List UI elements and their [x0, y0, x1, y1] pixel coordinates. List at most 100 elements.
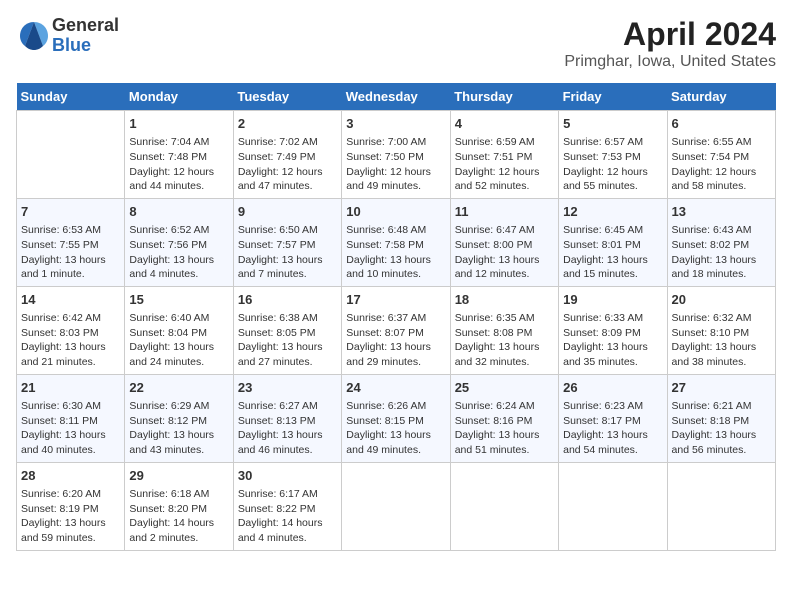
day-number: 5 — [563, 115, 662, 133]
day-info: Sunrise: 6:52 AMSunset: 7:56 PMDaylight:… — [129, 223, 228, 282]
day-info: Sunrise: 6:21 AMSunset: 8:18 PMDaylight:… — [672, 399, 771, 458]
calendar-cell: 14Sunrise: 6:42 AMSunset: 8:03 PMDayligh… — [17, 286, 125, 374]
day-number: 11 — [455, 203, 554, 221]
day-number: 4 — [455, 115, 554, 133]
day-number: 16 — [238, 291, 337, 309]
calendar-cell: 25 Sunrise: 6:24 AMSunset: 8:16 PMDayligh… — [450, 374, 558, 462]
calendar-header-tuesday: Tuesday — [233, 83, 341, 111]
calendar-header-saturday: Saturday — [667, 83, 775, 111]
day-number: 15 — [129, 291, 228, 309]
day-info: Sunrise: 7:02 AMSunset: 7:49 PMDaylight:… — [238, 135, 337, 194]
day-info: Sunrise: 6:35 AMSunset: 8:08 PMDaylight:… — [455, 311, 554, 370]
calendar-header-sunday: Sunday — [17, 83, 125, 111]
day-info: Sunrise: 6:55 AMSunset: 7:54 PMDaylight:… — [672, 135, 771, 194]
logo-icon — [16, 18, 52, 54]
day-number: 27 — [672, 379, 771, 397]
day-number: 7 — [21, 203, 120, 221]
day-number: 20 — [672, 291, 771, 309]
page-title: April 2024 — [564, 16, 776, 53]
calendar-cell — [17, 111, 125, 199]
calendar-table: SundayMondayTuesdayWednesdayThursdayFrid… — [16, 83, 776, 551]
page-subtitle: Primghar, Iowa, United States — [564, 53, 776, 71]
day-info: Sunrise: 6:27 AMSunset: 8:13 PMDaylight:… — [238, 399, 337, 458]
calendar-cell: 21Sunrise: 6:30 AMSunset: 8:11 PMDayligh… — [17, 374, 125, 462]
calendar-header-thursday: Thursday — [450, 83, 558, 111]
calendar-cell: 13Sunrise: 6:43 AMSunset: 8:02 PMDayligh… — [667, 198, 775, 286]
day-info: Sunrise: 6:43 AMSunset: 8:02 PMDaylight:… — [672, 223, 771, 282]
day-info: Sunrise: 7:00 AMSunset: 7:50 PMDaylight:… — [346, 135, 445, 194]
day-info: Sunrise: 6:20 AMSunset: 8:19 PMDaylight:… — [21, 487, 120, 546]
day-info: Sunrise: 6:29 AMSunset: 8:12 PMDaylight:… — [129, 399, 228, 458]
calendar-cell: 20 Sunrise: 6:32 AMSunset: 8:10 PMDayligh… — [667, 286, 775, 374]
day-info: Sunrise: 6:32 AMSunset: 8:10 PMDaylight:… — [672, 311, 771, 370]
calendar-cell: 4Sunrise: 6:59 AMSunset: 7:51 PMDaylight… — [450, 111, 558, 199]
day-number: 25 — [455, 379, 554, 397]
day-info: Sunrise: 6:40 AMSunset: 8:04 PMDaylight:… — [129, 311, 228, 370]
page-header: General Blue April 2024 Primghar, Iowa, … — [16, 16, 776, 71]
day-info: Sunrise: 7:04 AMSunset: 7:48 PMDaylight:… — [129, 135, 228, 194]
calendar-cell: 8Sunrise: 6:52 AMSunset: 7:56 PMDaylight… — [125, 198, 233, 286]
day-number: 30 — [238, 467, 337, 485]
day-info: Sunrise: 6:50 AMSunset: 7:57 PMDaylight:… — [238, 223, 337, 282]
calendar-cell: 10 Sunrise: 6:48 AMSunset: 7:58 PMDayligh… — [342, 198, 450, 286]
day-info: Sunrise: 6:38 AMSunset: 8:05 PMDaylight:… — [238, 311, 337, 370]
calendar-cell: 29Sunrise: 6:18 AMSunset: 8:20 PMDayligh… — [125, 462, 233, 550]
calendar-cell: 27 Sunrise: 6:21 AMSunset: 8:18 PMDayligh… — [667, 374, 775, 462]
day-info: Sunrise: 6:53 AMSunset: 7:55 PMDaylight:… — [21, 223, 120, 282]
day-number: 19 — [563, 291, 662, 309]
day-number: 26 — [563, 379, 662, 397]
day-number: 23 — [238, 379, 337, 397]
title-block: April 2024 Primghar, Iowa, United States — [564, 16, 776, 71]
day-info: Sunrise: 6:48 AMSunset: 7:58 PMDaylight:… — [346, 223, 445, 282]
day-number: 29 — [129, 467, 228, 485]
day-number: 17 — [346, 291, 445, 309]
calendar-week-row: 21Sunrise: 6:30 AMSunset: 8:11 PMDayligh… — [17, 374, 776, 462]
day-number: 21 — [21, 379, 120, 397]
logo-text: General Blue — [52, 16, 119, 56]
calendar-week-row: 7 Sunrise: 6:53 AMSunset: 7:55 PMDaylight… — [17, 198, 776, 286]
calendar-cell — [667, 462, 775, 550]
day-number: 28 — [21, 467, 120, 485]
day-number: 22 — [129, 379, 228, 397]
day-number: 12 — [563, 203, 662, 221]
day-info: Sunrise: 6:47 AMSunset: 8:00 PMDaylight:… — [455, 223, 554, 282]
calendar-header-friday: Friday — [559, 83, 667, 111]
day-info: Sunrise: 6:24 AMSunset: 8:16 PMDaylight:… — [455, 399, 554, 458]
calendar-cell: 5 Sunrise: 6:57 AMSunset: 7:53 PMDaylight… — [559, 111, 667, 199]
calendar-cell: 2 Sunrise: 7:02 AMSunset: 7:49 PMDaylight… — [233, 111, 341, 199]
day-number: 1 — [129, 115, 228, 133]
calendar-cell: 28 Sunrise: 6:20 AMSunset: 8:19 PMDayligh… — [17, 462, 125, 550]
calendar-cell: 9 Sunrise: 6:50 AMSunset: 7:57 PMDaylight… — [233, 198, 341, 286]
calendar-cell: 19 Sunrise: 6:33 AMSunset: 8:09 PMDayligh… — [559, 286, 667, 374]
calendar-cell — [559, 462, 667, 550]
day-info: Sunrise: 6:33 AMSunset: 8:09 PMDaylight:… — [563, 311, 662, 370]
day-number: 3 — [346, 115, 445, 133]
calendar-week-row: 14Sunrise: 6:42 AMSunset: 8:03 PMDayligh… — [17, 286, 776, 374]
calendar-cell: 3 Sunrise: 7:00 AMSunset: 7:50 PMDaylight… — [342, 111, 450, 199]
calendar-cell — [450, 462, 558, 550]
day-number: 10 — [346, 203, 445, 221]
calendar-week-row: 28 Sunrise: 6:20 AMSunset: 8:19 PMDayligh… — [17, 462, 776, 550]
calendar-cell: 6 Sunrise: 6:55 AMSunset: 7:54 PMDaylight… — [667, 111, 775, 199]
day-info: Sunrise: 6:45 AMSunset: 8:01 PMDaylight:… — [563, 223, 662, 282]
calendar-week-row: 1 Sunrise: 7:04 AMSunset: 7:48 PMDaylight… — [17, 111, 776, 199]
calendar-cell — [342, 462, 450, 550]
day-number: 24 — [346, 379, 445, 397]
calendar-cell: 15 Sunrise: 6:40 AMSunset: 8:04 PMDayligh… — [125, 286, 233, 374]
calendar-cell: 7 Sunrise: 6:53 AMSunset: 7:55 PMDaylight… — [17, 198, 125, 286]
logo: General Blue — [16, 16, 119, 56]
day-number: 2 — [238, 115, 337, 133]
day-info: Sunrise: 6:42 AMSunset: 8:03 PMDaylight:… — [21, 311, 120, 370]
calendar-header-monday: Monday — [125, 83, 233, 111]
calendar-cell: 1 Sunrise: 7:04 AMSunset: 7:48 PMDaylight… — [125, 111, 233, 199]
day-info: Sunrise: 6:26 AMSunset: 8:15 PMDaylight:… — [346, 399, 445, 458]
day-number: 9 — [238, 203, 337, 221]
calendar-cell: 12 Sunrise: 6:45 AMSunset: 8:01 PMDayligh… — [559, 198, 667, 286]
calendar-cell: 26 Sunrise: 6:23 AMSunset: 8:17 PMDayligh… — [559, 374, 667, 462]
day-info: Sunrise: 6:23 AMSunset: 8:17 PMDaylight:… — [563, 399, 662, 458]
day-number: 6 — [672, 115, 771, 133]
day-info: Sunrise: 6:57 AMSunset: 7:53 PMDaylight:… — [563, 135, 662, 194]
calendar-cell: 22 Sunrise: 6:29 AMSunset: 8:12 PMDayligh… — [125, 374, 233, 462]
calendar-cell: 16 Sunrise: 6:38 AMSunset: 8:05 PMDayligh… — [233, 286, 341, 374]
calendar-header-wednesday: Wednesday — [342, 83, 450, 111]
